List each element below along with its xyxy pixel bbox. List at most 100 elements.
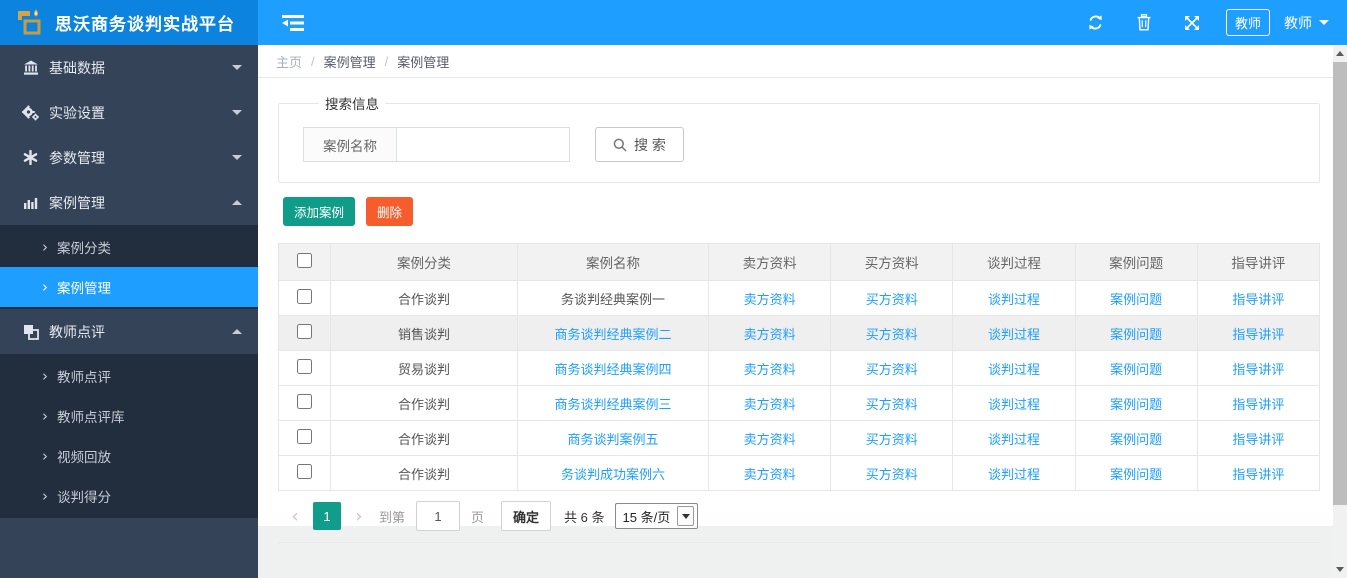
- sidebar-item-label: 参数管理: [49, 149, 105, 166]
- case-category: 合作谈判: [330, 280, 518, 316]
- scroll-down-icon[interactable]: [1333, 561, 1347, 578]
- seller-material-link[interactable]: 卖方资料: [744, 397, 796, 412]
- seller-material-link[interactable]: 卖方资料: [744, 362, 796, 377]
- search-button[interactable]: 搜 索: [595, 127, 684, 162]
- menu-toggle-icon[interactable]: [282, 13, 304, 33]
- sidebar-subitem-case-management[interactable]: › 案例管理: [0, 267, 258, 307]
- sidebar-item-parameter-management[interactable]: 参数管理: [0, 135, 258, 180]
- sidebar-subitem-case-category[interactable]: › 案例分类: [0, 227, 258, 267]
- breadcrumb-home[interactable]: 主页: [276, 52, 302, 71]
- buyer-material-link[interactable]: 买方资料: [866, 327, 918, 342]
- app-window: 思沃商务谈判实战平台 教师 教师 基础数据 实验设置 参数管理 案例管理 › 案…: [0, 0, 1347, 578]
- case-name-input[interactable]: [397, 127, 570, 162]
- negotiation-process-link[interactable]: 谈判过程: [988, 432, 1040, 447]
- confirm-page-button[interactable]: 确定: [501, 501, 552, 531]
- seller-material-link[interactable]: 卖方资料: [744, 432, 796, 447]
- sidebar-item-label: 案例管理: [49, 194, 105, 211]
- chevron-down-icon: [232, 155, 242, 160]
- next-page-button[interactable]: ›: [346, 502, 372, 530]
- table-row: 合作谈判 务谈判经典案例一 卖方资料 买方资料 谈判过程 案例问题 指导讲评: [278, 280, 1321, 316]
- pagination-bar: ‹ 1 › 到第 页 确定 共 6 条 15 条/页: [278, 491, 1320, 543]
- sidebar-item-teacher-review[interactable]: 教师点评: [0, 309, 258, 354]
- expand-icon[interactable]: [1172, 0, 1212, 45]
- scrollbar-thumb[interactable]: [1333, 62, 1347, 505]
- sidebar-item-experiment-settings[interactable]: 实验设置: [0, 90, 258, 135]
- table-row: 合作谈判 商务谈判案例五 卖方资料 买方资料 谈判过程 案例问题 指导讲评: [278, 420, 1321, 456]
- case-question-link[interactable]: 案例问题: [1110, 432, 1162, 447]
- sidebar-subitem-negotiation-score[interactable]: › 谈判得分: [0, 476, 258, 516]
- role-badge[interactable]: 教师: [1225, 9, 1270, 36]
- sidebar-subitem-teacher-review-library[interactable]: › 教师点评库: [0, 396, 258, 436]
- page-size-value: 15 条/页: [622, 509, 671, 525]
- scroll-up-icon[interactable]: [1333, 45, 1347, 62]
- breadcrumb-separator: /: [311, 53, 315, 69]
- case-name-link[interactable]: 商务谈判经典案例四: [554, 362, 671, 377]
- select-all-checkbox[interactable]: [297, 253, 312, 268]
- case-question-link[interactable]: 案例问题: [1110, 467, 1162, 482]
- guidance-review-link[interactable]: 指导讲评: [1232, 397, 1284, 412]
- add-case-button[interactable]: 添加案例: [283, 197, 356, 226]
- buyer-material-link[interactable]: 买方资料: [866, 362, 918, 377]
- sidebar-item-basic-data[interactable]: 基础数据: [0, 45, 258, 90]
- delete-button[interactable]: 删除: [366, 197, 414, 226]
- sidebar-subitem-video-playback[interactable]: › 视频回放: [0, 436, 258, 476]
- case-name-link[interactable]: 商务谈判经典案例二: [554, 327, 671, 342]
- buyer-material-link[interactable]: 买方资料: [866, 292, 918, 307]
- goto-page-input[interactable]: [416, 501, 461, 531]
- row-checkbox[interactable]: [297, 394, 312, 409]
- breadcrumb-item[interactable]: 案例管理: [324, 52, 376, 71]
- guidance-review-link[interactable]: 指导讲评: [1232, 327, 1284, 342]
- breadcrumb: 主页 / 案例管理 / 案例管理: [258, 45, 1333, 78]
- user-menu[interactable]: 教师: [1284, 13, 1329, 33]
- case-question-link[interactable]: 案例问题: [1110, 397, 1162, 412]
- buyer-material-link[interactable]: 买方资料: [866, 432, 918, 447]
- row-checkbox[interactable]: [297, 289, 312, 304]
- table-row: 贸易谈判 商务谈判经典案例四 卖方资料 买方资料 谈判过程 案例问题 指导讲评: [278, 350, 1321, 386]
- case-name-link[interactable]: 务谈判成功案例六: [561, 467, 665, 482]
- negotiation-process-link[interactable]: 谈判过程: [988, 292, 1040, 307]
- page-size-select[interactable]: 15 条/页: [614, 503, 699, 529]
- guidance-review-link[interactable]: 指导讲评: [1232, 362, 1284, 377]
- chevron-right-icon: ›: [42, 278, 48, 296]
- case-name-link[interactable]: 商务谈判经典案例三: [554, 397, 671, 412]
- seller-material-link[interactable]: 卖方资料: [744, 467, 796, 482]
- sidebar-item-case-management[interactable]: 案例管理: [0, 180, 258, 225]
- case-name-text: 务谈判经典案例一: [517, 280, 709, 316]
- trash-icon[interactable]: [1124, 0, 1164, 45]
- case-category: 合作谈判: [330, 385, 518, 421]
- guidance-review-link[interactable]: 指导讲评: [1232, 467, 1284, 482]
- sidebar-item-label: 教师点评: [49, 323, 105, 340]
- case-category: 合作谈判: [330, 420, 518, 456]
- case-category: 贸易谈判: [330, 350, 518, 386]
- row-checkbox[interactable]: [297, 464, 312, 479]
- current-page-button[interactable]: 1: [313, 502, 341, 530]
- topbar: 教师 教师: [258, 0, 1347, 45]
- sidebar: 基础数据 实验设置 参数管理 案例管理 › 案例分类 › 案例管理 教师点评 ›…: [0, 45, 258, 578]
- case-question-link[interactable]: 案例问题: [1110, 327, 1162, 342]
- case-question-link[interactable]: 案例问题: [1110, 292, 1162, 307]
- search-panel: 搜索信息 案例名称 搜 索: [278, 93, 1320, 183]
- row-checkbox[interactable]: [297, 359, 312, 374]
- breadcrumb-item: 案例管理: [397, 54, 450, 70]
- seller-material-link[interactable]: 卖方资料: [744, 292, 796, 307]
- seller-material-link[interactable]: 卖方资料: [744, 327, 796, 342]
- negotiation-process-link[interactable]: 谈判过程: [988, 397, 1040, 412]
- negotiation-process-link[interactable]: 谈判过程: [988, 362, 1040, 377]
- case-question-link[interactable]: 案例问题: [1110, 362, 1162, 377]
- vertical-scrollbar[interactable]: [1333, 45, 1347, 578]
- buyer-material-link[interactable]: 买方资料: [866, 397, 918, 412]
- total-count-label: 共 6 条: [564, 509, 605, 525]
- refresh-icon[interactable]: [1076, 0, 1116, 45]
- buyer-material-link[interactable]: 买方资料: [866, 467, 918, 482]
- chevron-right-icon: ›: [42, 367, 48, 385]
- guidance-review-link[interactable]: 指导讲评: [1232, 432, 1284, 447]
- row-checkbox[interactable]: [297, 324, 312, 339]
- guidance-review-link[interactable]: 指导讲评: [1232, 292, 1284, 307]
- sidebar-subitem-teacher-review[interactable]: › 教师点评: [0, 356, 258, 396]
- negotiation-process-link[interactable]: 谈判过程: [988, 327, 1040, 342]
- row-checkbox[interactable]: [297, 429, 312, 444]
- negotiation-process-link[interactable]: 谈判过程: [988, 467, 1040, 482]
- table-row: 销售谈判 商务谈判经典案例二 卖方资料 买方资料 谈判过程 案例问题 指导讲评: [278, 315, 1321, 351]
- prev-page-button[interactable]: ‹: [282, 502, 308, 530]
- case-name-link[interactable]: 商务谈判案例五: [567, 432, 658, 447]
